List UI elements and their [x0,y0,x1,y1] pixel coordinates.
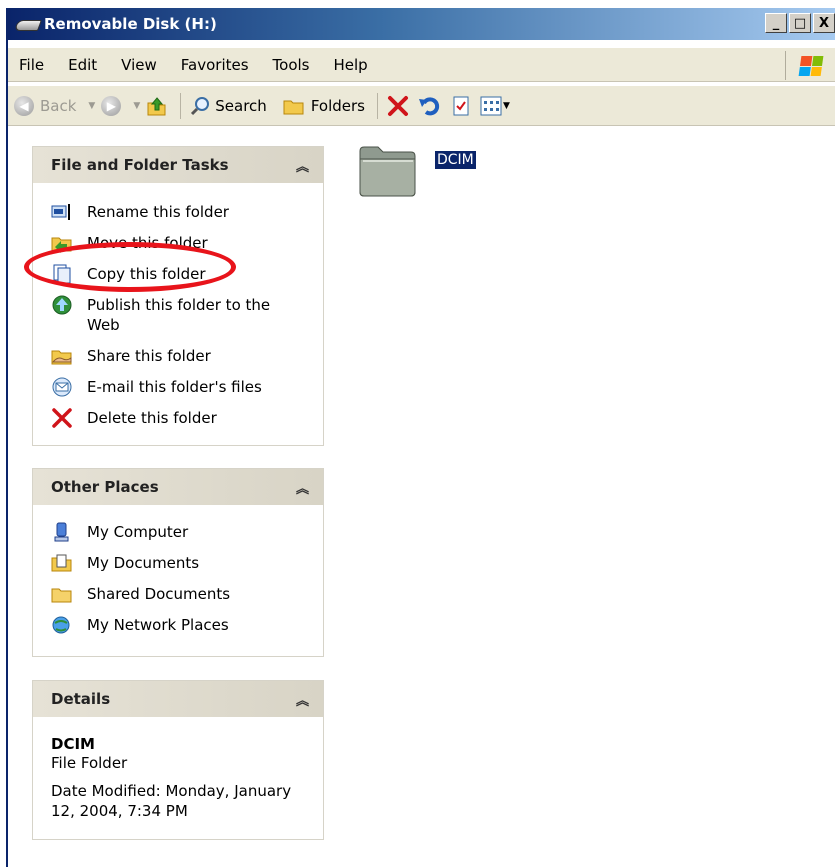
menu-favorites[interactable]: Favorites [181,56,249,74]
properties-icon [453,96,469,115]
window-title: Removable Disk (H:) [44,15,217,33]
rename-icon [51,202,73,222]
menu-bar: File Edit View Favorites Tools Help [8,48,835,82]
publish-web-icon [51,295,73,315]
share-folder-icon [51,346,73,366]
panel-title: Details [51,690,111,708]
file-folder-tasks-header[interactable]: File and Folder Tasks ︽ [33,147,323,183]
folder-icon [359,146,416,197]
details-date-modified: Date Modified: Monday, January 12, 2004,… [51,782,292,820]
views-dropdown-icon[interactable]: ▼ [503,101,510,111]
place-label: My Documents [87,554,200,572]
panel-title: File and Folder Tasks [51,156,229,174]
folder-item-dcim[interactable]: DCIM [357,139,476,197]
undo-button[interactable] [418,95,442,117]
details-item-type: File Folder [51,754,128,772]
menu-edit[interactable]: Edit [68,56,97,74]
place-network-places[interactable]: My Network Places [51,615,323,635]
task-label: E-mail this folder's files [87,378,262,396]
collapse-chevron-icon[interactable]: ︽ [296,156,309,175]
window-controls: _ □ X [765,13,835,33]
highlight-ellipse [24,242,236,292]
views-button[interactable]: ▼ [480,96,510,116]
place-shared-documents[interactable]: Shared Documents [51,584,323,604]
forward-arrow-icon: ▶ [101,95,122,116]
task-delete-folder[interactable]: Delete this folder [51,408,323,428]
views-icon [480,96,502,115]
place-label: My Network Places [87,616,229,634]
folder-name-label[interactable]: DCIM [435,151,476,169]
undo-icon [418,96,440,115]
forward-dropdown-icon[interactable]: ▼ [133,101,140,111]
back-button[interactable]: ◀ Back [14,95,77,116]
folders-icon [283,100,304,114]
back-label: Back [40,96,77,115]
my-documents-icon [51,553,73,573]
details-body: DCIM File Folder Date Modified: Monday, … [33,717,323,831]
task-email-files[interactable]: E-mail this folder's files [51,377,323,397]
back-dropdown-icon[interactable]: ▼ [88,101,95,111]
place-my-documents[interactable]: My Documents [51,553,323,573]
file-folder-tasks-list: Rename this folder Move this folder Copy… [33,183,323,449]
minimize-button[interactable]: _ [765,13,787,33]
details-header[interactable]: Details ︽ [33,681,323,717]
maximize-button[interactable]: □ [789,13,811,33]
up-folder-button[interactable] [146,95,168,117]
collapse-chevron-icon[interactable]: ︽ [296,478,309,497]
menu-help[interactable]: Help [334,56,368,74]
my-computer-icon [51,522,73,542]
delete-toolbar-button[interactable] [386,94,410,118]
back-arrow-icon: ◀ [14,95,34,116]
search-icon [191,96,210,115]
task-label: Rename this folder [87,203,229,221]
delete-icon [51,408,73,428]
toolbar-separator [376,92,378,119]
menu-view[interactable]: View [121,56,157,74]
up-folder-icon [147,96,166,115]
properties-button[interactable] [450,95,472,117]
task-share-folder[interactable]: Share this folder [51,346,323,366]
details-item-name: DCIM [51,735,95,753]
close-button[interactable]: X [813,13,835,33]
windows-logo [785,51,835,80]
delete-x-icon [387,95,408,116]
folders-button[interactable]: Folders [283,96,365,116]
panel-title: Other Places [51,478,159,496]
folder-content-area[interactable]: DCIM [343,127,835,867]
explorer-window: Removable Disk (H:) _ □ X File Edit View… [6,8,835,867]
windows-flag-icon [798,55,823,76]
task-pane: File and Folder Tasks ︽ Rename this fold… [8,127,343,867]
shared-documents-icon [51,584,73,604]
place-label: My Computer [87,523,189,541]
task-label: Delete this folder [87,409,217,427]
email-icon [51,377,73,397]
title-bar[interactable]: Removable Disk (H:) _ □ X [8,8,835,40]
menu-file[interactable]: File [19,56,44,74]
other-places-header[interactable]: Other Places ︽ [33,469,323,505]
folders-label: Folders [310,96,365,115]
toolbar-separator [180,92,182,119]
task-publish-web[interactable]: Publish this folder to the Web [51,295,323,335]
place-label: Shared Documents [87,585,231,603]
standard-toolbar: ◀ Back ▼ ▶ ▼ Search Folders ▼ [8,86,835,126]
forward-button[interactable]: ▶ [101,95,122,116]
menu-tools[interactable]: Tools [273,56,310,74]
file-folder-tasks-panel: File and Folder Tasks ︽ Rename this fold… [32,146,324,446]
place-my-computer[interactable]: My Computer [51,522,323,542]
other-places-list: My Computer My Documents Shared Document… [33,505,323,656]
removable-disk-icon [14,16,42,32]
task-label: Share this folder [87,347,211,365]
task-label: Publish this folder to the Web [87,296,271,334]
other-places-panel: Other Places ︽ My Computer My Documents [32,468,324,657]
search-button[interactable]: Search [189,95,267,117]
search-label: Search [215,96,267,115]
network-places-icon [51,615,73,635]
task-rename-folder[interactable]: Rename this folder [51,202,323,222]
collapse-chevron-icon[interactable]: ︽ [296,690,309,709]
details-panel: Details ︽ DCIM File Folder Date Modified… [32,680,324,840]
